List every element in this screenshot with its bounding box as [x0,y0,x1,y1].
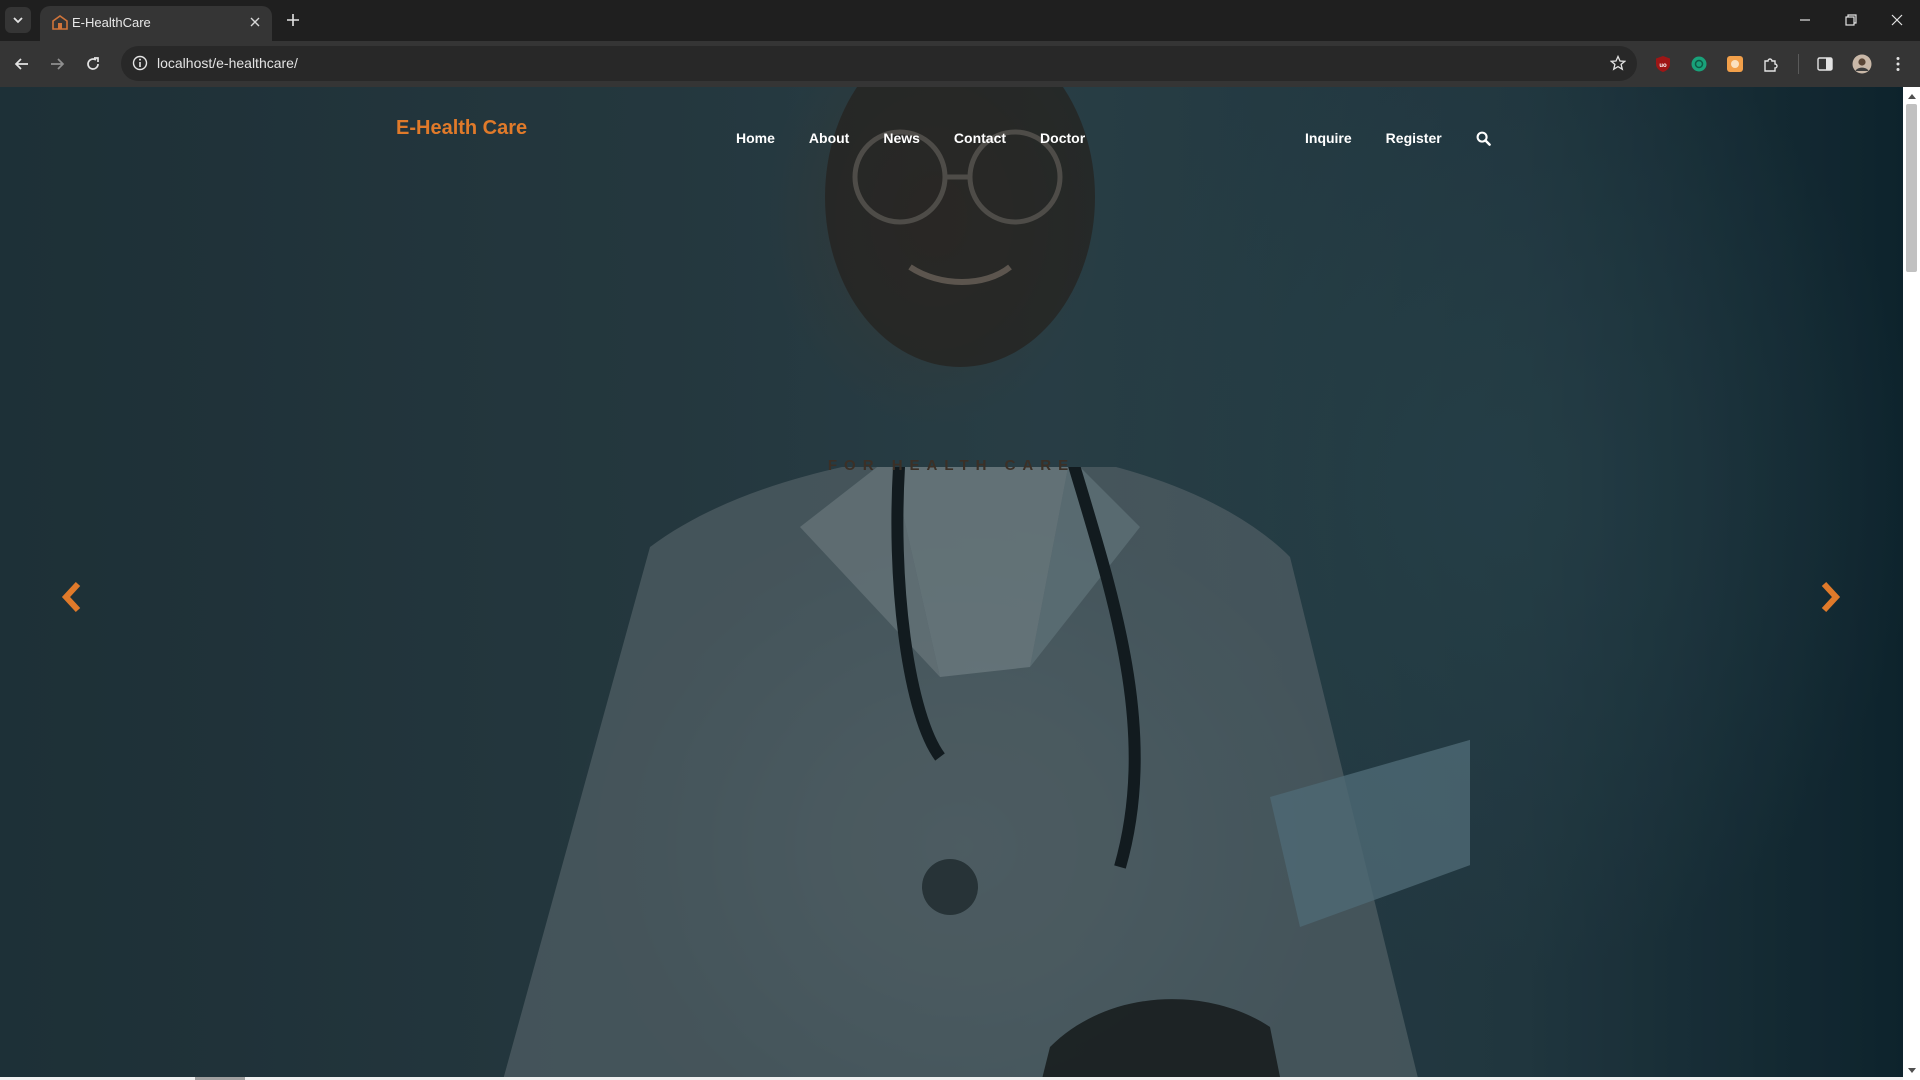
ublock-extension[interactable]: uo [1652,53,1674,75]
chevron-right-icon [1821,581,1841,613]
nav-register[interactable]: Register [1386,130,1442,146]
restore-icon [1845,14,1857,26]
extension-orange-icon [1727,56,1743,72]
search-button[interactable] [1476,130,1492,146]
toolbar-separator [1798,54,1799,74]
restore-button[interactable] [1828,0,1874,40]
plus-icon [287,14,299,26]
site-logo[interactable]: E-Health Care [396,117,527,140]
reload-button[interactable] [79,50,107,78]
scroll-up-icon [1907,93,1916,99]
close-icon [250,17,260,27]
hero-tagline: FOR HEALTH CARE [827,457,1076,474]
chevron-down-icon [13,17,23,24]
nav-inquire[interactable]: Inquire [1305,130,1352,146]
scrollbar-thumb[interactable] [1906,104,1917,272]
new-tab-button[interactable] [281,8,305,32]
extensions-button[interactable] [1760,53,1782,75]
minimize-icon [1800,19,1810,21]
minimize-button[interactable] [1782,0,1828,40]
chevron-left-icon [61,581,81,613]
reload-icon [87,57,99,70]
main-nav: Home About News Contact Doctor [736,130,1085,146]
scroll-down-button[interactable] [1907,1066,1916,1075]
chatgpt-icon [1691,56,1707,72]
close-window-icon [1891,14,1903,26]
chatgpt-extension[interactable] [1688,53,1710,75]
tab-strip: E-HealthCare [0,0,1920,41]
puzzle-icon [1764,58,1778,72]
nav-news[interactable]: News [883,130,920,146]
nav-about[interactable]: About [809,130,849,146]
hero-overlay [0,87,1903,1080]
star-icon [1610,55,1626,71]
side-panel-icon [1817,57,1833,71]
side-panel-button[interactable] [1814,53,1836,75]
site-info-icon [132,55,148,71]
tab-title: E-HealthCare [72,15,151,30]
close-window-button[interactable] [1874,0,1920,40]
back-icon [14,58,28,70]
forward-icon [51,58,65,70]
secondary-nav: Inquire Register [1305,130,1492,146]
orange-extension[interactable] [1724,53,1746,75]
site-info-button[interactable] [129,52,151,74]
search-icon [1476,131,1492,146]
url-text: localhost/e-healthcare/ [157,55,298,71]
nav-contact[interactable]: Contact [954,130,1006,146]
nav-doctor[interactable]: Doctor [1040,130,1085,146]
browser-toolbar: localhost/e-healthcare/ uo [0,41,1920,87]
avatar [1852,54,1872,74]
favicon-icon [52,15,68,30]
browser-tab[interactable]: E-HealthCare [40,6,272,41]
ublock-icon: uo [1656,56,1670,72]
address-bar[interactable]: localhost/e-healthcare/ [121,46,1637,81]
kebab-menu-icon [1896,57,1900,71]
hero-carousel [0,87,1903,1080]
nav-home[interactable]: Home [736,130,775,146]
carousel-prev-button[interactable] [57,577,87,617]
page-viewport: E-Health Care Home About News Contact Do… [0,87,1903,1080]
bookmark-button[interactable] [1607,52,1629,74]
profile-button[interactable] [1851,53,1873,75]
svg-text:uo: uo [1659,63,1667,69]
forward-button[interactable] [43,50,71,78]
close-tab-button[interactable] [246,13,264,31]
scroll-down-icon [1907,1067,1916,1073]
carousel-next-button[interactable] [1815,577,1845,617]
scroll-up-button[interactable] [1907,91,1916,100]
vertical-scrollbar[interactable] [1903,87,1920,1080]
tab-search-button[interactable] [5,7,31,33]
browser-menu-button[interactable] [1887,53,1909,75]
back-button[interactable] [8,50,36,78]
